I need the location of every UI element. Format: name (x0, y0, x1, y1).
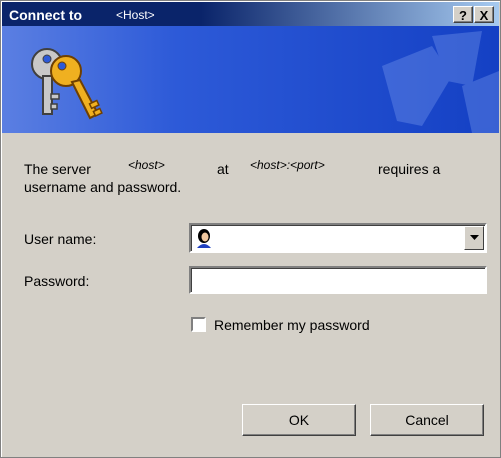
password-label: Password: (24, 273, 90, 289)
window-title: Connect to (9, 7, 83, 23)
title-bar[interactable]: Connect to <Host> ? X (2, 2, 499, 26)
window-title-host: <Host> (116, 8, 155, 22)
message-text-line2: username and password. (24, 179, 182, 195)
password-field[interactable] (189, 266, 487, 294)
username-combo[interactable] (189, 223, 487, 253)
banner-art (31, 31, 499, 133)
message-text-1: The server (24, 161, 91, 177)
message-hostport: <host>:<port> (250, 158, 325, 172)
remember-password-checkbox[interactable] (191, 317, 206, 332)
ok-button[interactable]: OK (242, 404, 356, 436)
help-button[interactable]: ? (453, 6, 473, 23)
user-icon (197, 229, 211, 248)
message-text-2: at (217, 161, 229, 177)
keys-icon (31, 48, 103, 120)
banner (2, 26, 499, 133)
chevron-down-icon (469, 235, 479, 240)
remember-password-label[interactable]: Remember my password (214, 317, 370, 333)
connect-dialog: Connect to <Host> ? X The server <host> … (0, 0, 501, 458)
banner-watermark (382, 31, 499, 133)
username-label: User name: (24, 231, 97, 247)
message-text-3: requires a (378, 161, 441, 177)
username-dropdown-button[interactable] (464, 226, 484, 250)
cancel-button[interactable]: Cancel (370, 404, 484, 436)
message-host: <host> (128, 158, 165, 172)
close-button[interactable]: X (474, 6, 494, 23)
